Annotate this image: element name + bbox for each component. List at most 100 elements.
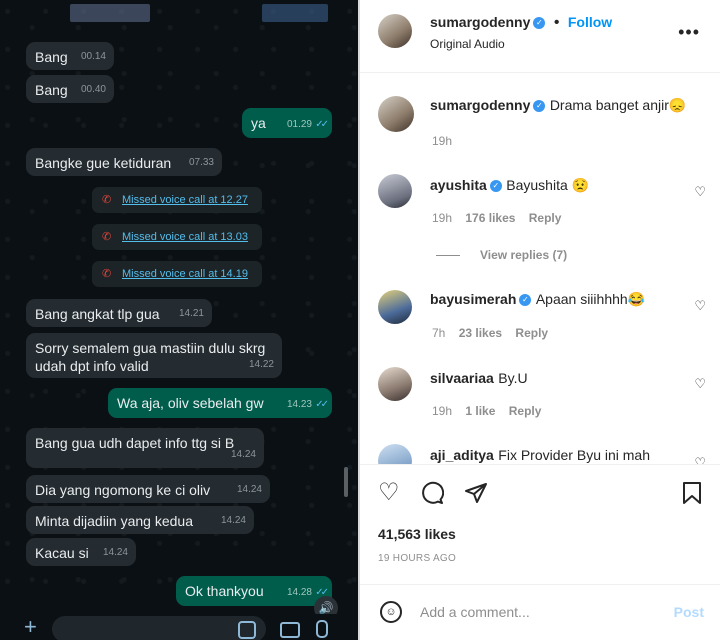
message-time: 00.40: [80, 84, 106, 95]
comment: ayushita ✓ Bayushita 😟: [430, 177, 589, 195]
bookmark-icon: [683, 482, 701, 504]
post-button[interactable]: Post: [674, 604, 704, 620]
message-bubble: Sorry semalem gua mastiin dulu skrg udah…: [26, 333, 282, 378]
message-time: 14.21: [178, 308, 204, 319]
emoji-icon[interactable]: ☺: [380, 601, 402, 623]
save-icon[interactable]: [682, 481, 702, 510]
follow-button[interactable]: Follow: [568, 14, 612, 30]
share-icon[interactable]: [464, 481, 488, 510]
chat-screenshot: Bang 00.14 Bang 00.40 ya 01.29 ✓✓ Bangke…: [0, 0, 358, 640]
caption: sumargodenny ✓ Drama banget anjir😞: [430, 97, 686, 115]
message-bubble: Bangke gue ketiduran 07.33: [26, 148, 222, 176]
avatar[interactable]: [378, 174, 412, 208]
paper-plane-icon: [465, 483, 487, 503]
message-bubble: Bang gua udh dapet info ttg si B 14.24: [26, 428, 264, 468]
comment-text: Bayushita 😟: [506, 177, 590, 193]
message-text: Bang angkat tlp gua: [35, 306, 160, 322]
heart-icon[interactable]: ♡: [694, 298, 706, 314]
comment-bubble-icon: [422, 481, 445, 504]
sticker-icon: [238, 621, 256, 639]
microphone-icon: [316, 620, 328, 638]
author-username[interactable]: sumargodenny: [430, 14, 530, 30]
read-ticks-icon: ✓✓: [315, 399, 329, 410]
post-timestamp[interactable]: 19 HOURS AGO: [378, 553, 456, 564]
caption-username[interactable]: sumargodenny: [430, 97, 530, 113]
plus-icon: +: [24, 614, 37, 639]
instagram-panel: sumargodenny ✓ • Follow Original Audio ••…: [360, 0, 720, 641]
message-time: 14.24: [102, 547, 128, 558]
verified-badge-icon: ✓: [489, 179, 502, 192]
message-bubble: Wa aja, oliv sebelah gw 14.23 ✓✓: [108, 388, 332, 418]
message-time: 14.23: [286, 399, 312, 410]
comment-username[interactable]: bayusimerah: [430, 291, 516, 307]
avatar[interactable]: [378, 96, 414, 132]
add-comment-input[interactable]: Add a comment...: [420, 604, 530, 620]
message-time: 01.29: [286, 119, 312, 130]
comment-icon[interactable]: [420, 481, 445, 510]
message-text: Minta dijadiin yang kedua: [35, 513, 193, 529]
missed-call-icon: ✆: [102, 268, 112, 280]
heart-icon[interactable]: ♡: [694, 184, 706, 200]
caption-text: Drama banget anjir😞: [549, 97, 687, 113]
message-text: Sorry semalem gua mastiin dulu skrg: [35, 340, 266, 356]
message-text: Dia yang ngomong ke ci oliv: [35, 482, 211, 498]
reply-button[interactable]: Reply: [529, 211, 562, 225]
message-bubble: Minta dijadiin yang kedua 14.24: [26, 506, 254, 534]
heart-icon[interactable]: ♡: [694, 376, 706, 392]
comment: bayusimerah ✓ Apaan siiihhhh😂: [430, 291, 645, 309]
read-ticks-icon: ✓✓: [315, 119, 329, 130]
message-time: 07.33: [188, 157, 214, 168]
add-comment-bar: ☺ Add a comment... Post: [360, 584, 720, 641]
message-text: Bang: [35, 82, 68, 98]
message-text: ya: [251, 115, 266, 131]
chat-input-field: [52, 616, 266, 640]
author-line: sumargodenny ✓ • Follow: [430, 14, 613, 31]
verified-badge-icon: ✓: [533, 99, 546, 112]
message-bubble: Bang 00.40: [26, 75, 114, 103]
message-time: 14.28: [286, 587, 312, 598]
comment-username[interactable]: aji_aditya: [430, 447, 494, 463]
message-time: 14.24: [220, 515, 246, 526]
comment-meta: 19h 1 like Reply: [432, 404, 542, 418]
view-replies-button[interactable]: View replies (7): [480, 248, 567, 262]
message-text: Bang: [35, 49, 68, 65]
missed-call-icon: ✆: [102, 231, 112, 243]
avatar[interactable]: [378, 367, 412, 401]
message-text: Ok thankyou: [185, 583, 264, 599]
message-bubble: Ok thankyou 14.28 ✓✓: [176, 576, 332, 606]
message-bubble: Kacau si 14.24: [26, 538, 136, 566]
comment-username[interactable]: ayushita: [430, 177, 487, 193]
post-header: sumargodenny ✓ • Follow Original Audio ••…: [360, 0, 720, 73]
message-time: 14.22: [248, 359, 274, 370]
reply-button[interactable]: Reply: [509, 404, 542, 418]
message-bubble: ya 01.29 ✓✓: [242, 108, 332, 138]
scroll-handle: [344, 467, 348, 497]
message-text: Bang gua udh dapet info ttg si B: [35, 435, 235, 451]
avatar[interactable]: [378, 290, 412, 324]
message-bubble: Dia yang ngomong ke ci oliv 14.24: [26, 475, 270, 503]
missed-call-notice: ✆ Missed voice call at 13.03: [92, 224, 262, 250]
missed-call-notice: ✆ Missed voice call at 12.27: [92, 187, 262, 213]
verified-badge-icon: ✓: [533, 16, 546, 29]
more-dots-icon[interactable]: •••: [678, 22, 700, 43]
comment-likes[interactable]: 176 likes: [465, 211, 515, 225]
message-time: 14.24: [236, 484, 262, 495]
redacted-name: [70, 4, 150, 22]
comment-username[interactable]: silvaariaa: [430, 370, 494, 386]
comment-meta: 7h 23 likes Reply: [432, 326, 549, 340]
likes-count[interactable]: 41,563 likes: [378, 526, 456, 542]
message-time: 14.24: [230, 449, 256, 460]
comment-likes[interactable]: 23 likes: [459, 326, 502, 340]
reply-button[interactable]: Reply: [515, 326, 548, 340]
comment-likes[interactable]: 1 like: [465, 404, 495, 418]
comment: silvaariaa By.U: [430, 370, 528, 388]
avatar[interactable]: [378, 14, 412, 48]
audio-label[interactable]: Original Audio: [430, 37, 505, 51]
caption-time: 19h: [432, 134, 453, 148]
missed-call-icon: ✆: [102, 194, 112, 206]
like-heart-icon[interactable]: ♡: [378, 481, 400, 505]
camera-icon: [280, 622, 300, 638]
missed-call-notice: ✆ Missed voice call at 14.19: [92, 261, 262, 287]
message-time: 00.14: [80, 51, 106, 62]
message-bubble: Bang angkat tlp gua 14.21: [26, 299, 212, 327]
